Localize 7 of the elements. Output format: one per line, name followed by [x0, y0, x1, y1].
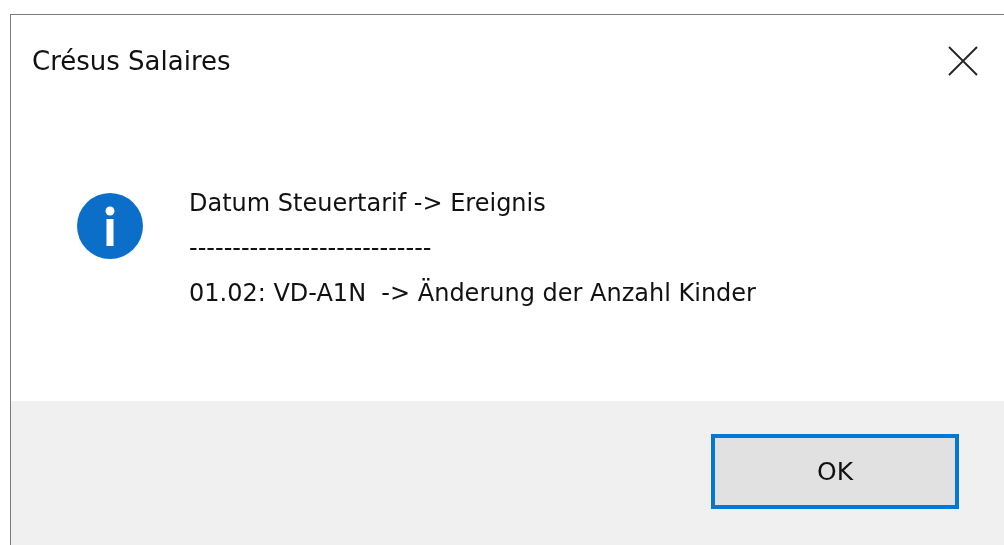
message-text: 01.02: VD-A1N -> Änderung der Anzahl Kinder	[189, 277, 756, 309]
close-icon	[948, 46, 978, 76]
message-text: ----------------------------	[189, 233, 433, 264]
window-title: Crésus Salaires	[32, 46, 231, 76]
ok-button[interactable]: OK	[711, 434, 959, 509]
message-text: Datum Steuertarif -> Ereignis	[189, 188, 547, 219]
info-icon	[77, 193, 143, 259]
